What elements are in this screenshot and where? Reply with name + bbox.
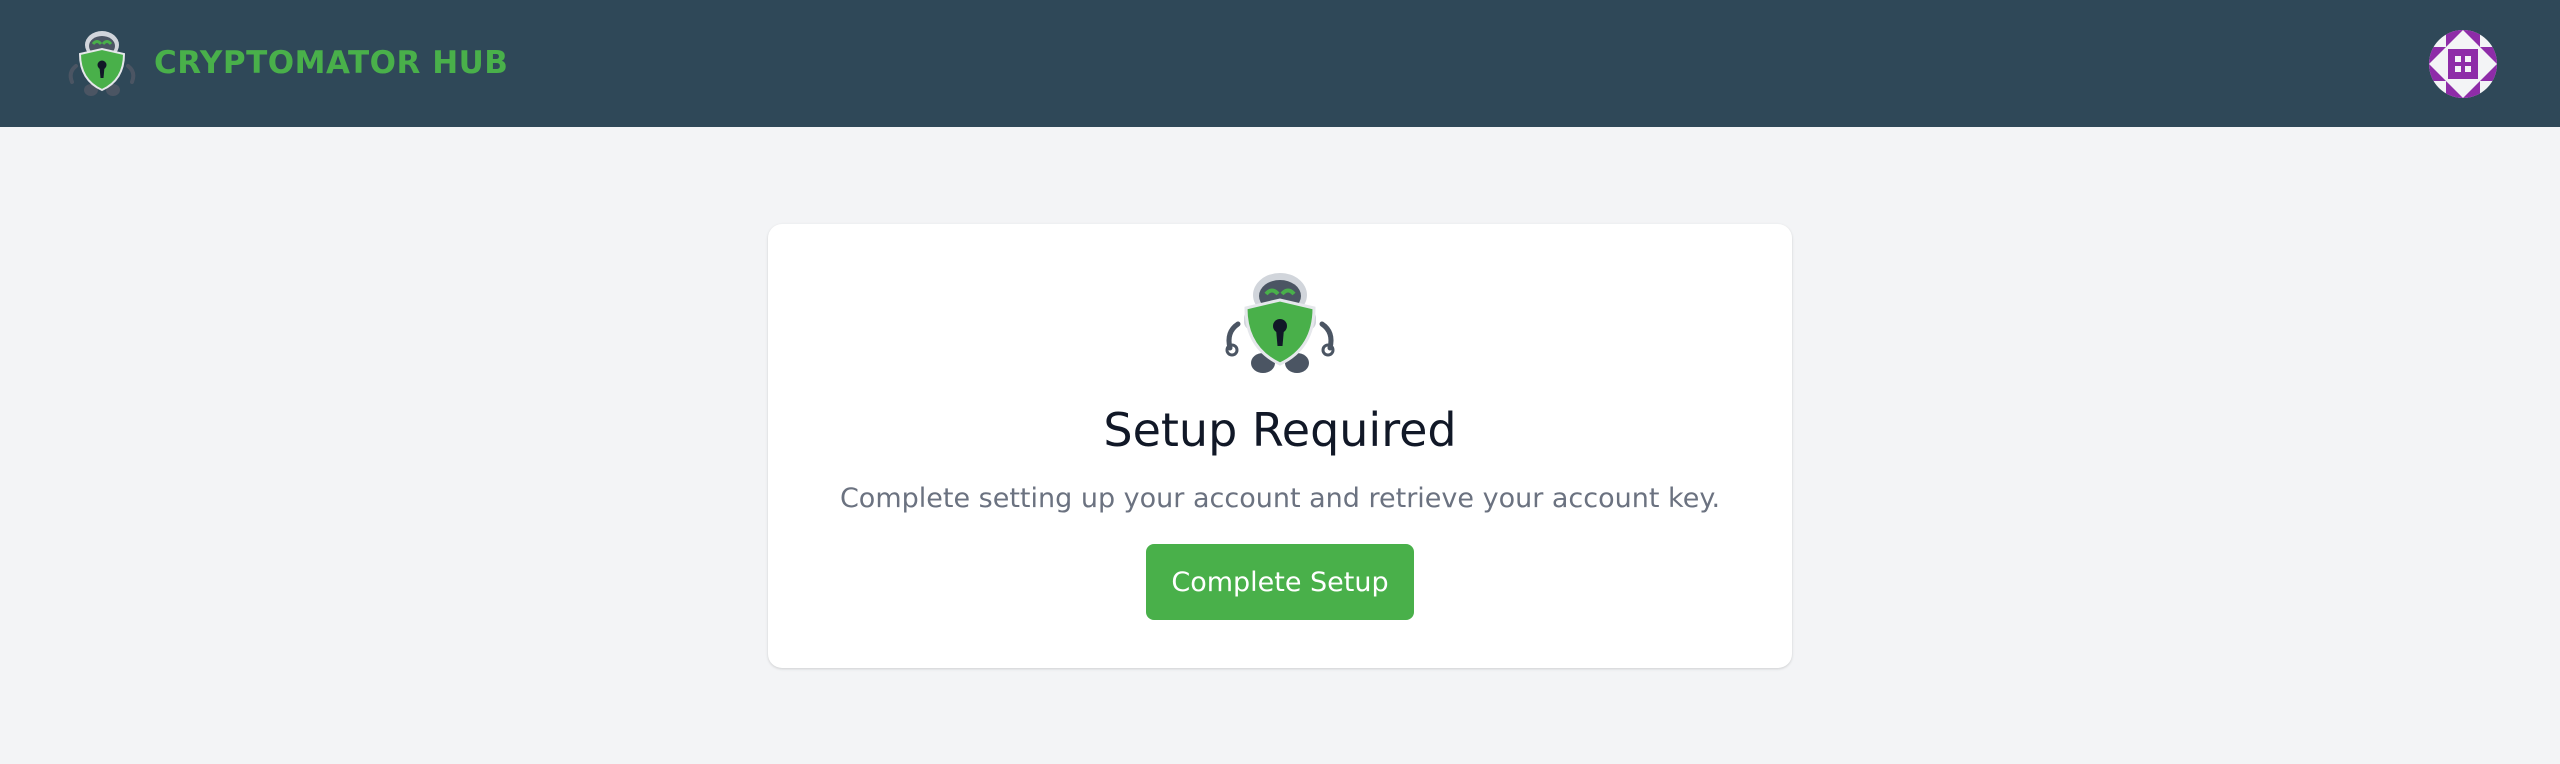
brand-link[interactable]: CRYPTOMATOR HUB [64, 28, 508, 98]
complete-setup-button[interactable]: Complete Setup [1146, 544, 1414, 620]
identicon-avatar-icon [2429, 30, 2497, 98]
brand-name: CRYPTOMATOR HUB [154, 45, 509, 81]
page-title: Setup Required [1103, 403, 1457, 457]
cryptomator-robot-icon [68, 31, 136, 96]
user-avatar-button[interactable] [2429, 30, 2497, 98]
top-navigation-bar: CRYPTOMATOR HUB [0, 0, 2560, 127]
cryptomator-robot-icon [1225, 273, 1335, 373]
setup-required-card: Setup Required Complete setting up your … [768, 224, 1792, 668]
setup-description: Complete setting up your account and ret… [839, 483, 1721, 514]
